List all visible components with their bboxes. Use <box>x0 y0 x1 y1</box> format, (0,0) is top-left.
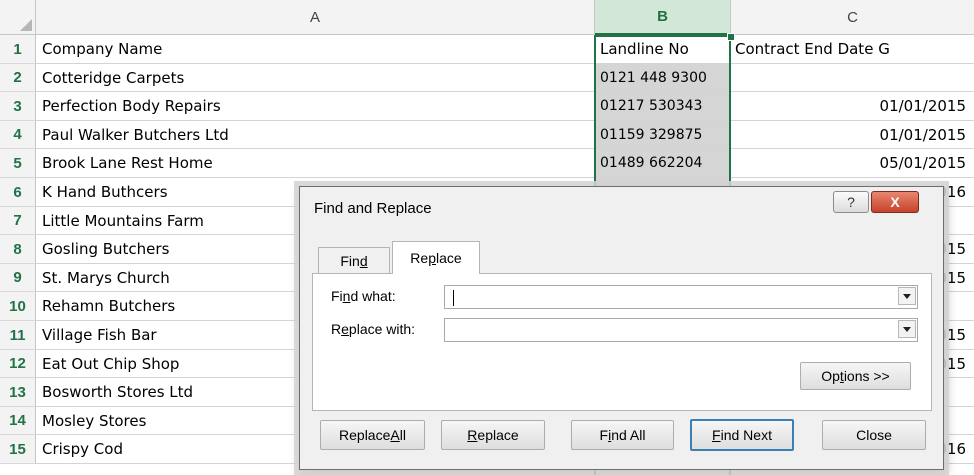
cell-a[interactable]: Company Name <box>36 35 595 64</box>
cell-b[interactable]: Landline No <box>595 35 731 64</box>
find-next-button[interactable]: Find Next <box>690 419 794 451</box>
cell-c[interactable]: 01/01/2015 <box>731 121 974 149</box>
cell-c[interactable] <box>731 64 974 92</box>
find-next-accesskey: F <box>712 427 721 443</box>
cell-a[interactable]: Paul Walker Butchers Ltd <box>36 121 595 149</box>
tab-replace-label-post: lace <box>436 250 462 266</box>
replace-with-accesskey: e <box>341 321 349 337</box>
replace-accesskey: R <box>467 427 478 443</box>
replace-all-button[interactable]: Replace All <box>320 420 425 450</box>
tab-find-label-pre: Fin <box>340 252 360 269</box>
row-header[interactable]: 15 <box>0 435 36 464</box>
text-caret <box>453 290 454 306</box>
replace-button[interactable]: Replace <box>441 420 545 450</box>
replace-with-label-post: place with: <box>348 321 416 337</box>
find-replace-dialog: Find and Replace ? X Fin d Re p lace Find w… <box>299 186 944 470</box>
find-all-label-post: nd All <box>611 427 646 443</box>
find-all-button[interactable]: Fi nd All <box>571 420 674 450</box>
cell-c[interactable]: 05/01/2015 <box>731 149 974 178</box>
row-header[interactable]: 4 <box>0 121 36 149</box>
replace-all-label-pre: Replace <box>339 427 391 443</box>
options-label-pre: Op <box>821 368 840 384</box>
close-label: Close <box>856 427 892 443</box>
select-all-corner[interactable] <box>0 0 36 35</box>
find-what-label-pre: Fi <box>331 288 343 304</box>
replace-all-label-post: ll <box>399 427 406 443</box>
row-header[interactable]: 2 <box>0 64 36 92</box>
row-header[interactable]: 7 <box>0 207 36 235</box>
cell-c[interactable]: Contract End Date G <box>731 35 974 64</box>
find-what-label: Find what: <box>331 288 396 304</box>
cell-a[interactable]: Brook Lane Rest Home <box>36 149 595 178</box>
options-label-post: ions >> <box>843 368 890 384</box>
row-header[interactable]: 8 <box>0 235 36 264</box>
tab-replace-accesskey: p <box>428 250 436 266</box>
cell-b[interactable]: 01489 662204 <box>595 149 731 178</box>
replace-with-dropdown-button[interactable] <box>898 320 916 338</box>
row-header[interactable]: 11 <box>0 321 36 350</box>
row-header[interactable]: 10 <box>0 292 36 321</box>
column-header-b[interactable]: B <box>595 0 731 35</box>
cell-b[interactable]: 01217 530343 <box>595 92 731 121</box>
options-button[interactable]: Op t ions >> <box>800 362 911 390</box>
find-all-label-pre: F <box>599 427 609 443</box>
chevron-down-icon <box>903 293 911 299</box>
row-header[interactable]: 1 <box>0 35 36 64</box>
replace-with-label-pre: R <box>331 321 342 337</box>
cell-a[interactable]: Perfection Body Repairs <box>36 92 595 121</box>
tab-find[interactable]: Fin d <box>318 247 390 273</box>
row-header[interactable]: 6 <box>0 178 36 207</box>
fill-handle[interactable] <box>727 33 735 41</box>
cell-c[interactable]: 01/01/2015 <box>731 92 974 121</box>
replace-with-input[interactable] <box>444 318 918 342</box>
find-what-label-post: d what: <box>350 288 396 304</box>
find-what-input[interactable] <box>444 285 918 309</box>
select-all-triangle-icon <box>20 19 32 31</box>
cell-b[interactable]: 01159 329875 <box>595 121 731 149</box>
cell-a[interactable]: Cotteridge Carpets <box>36 64 595 92</box>
help-button[interactable]: ? <box>833 191 869 213</box>
cell-b[interactable]: 0121 448 9300 <box>595 64 731 92</box>
tab-find-accesskey: d <box>359 252 368 269</box>
column-header-a[interactable]: A <box>36 0 595 35</box>
find-next-label-post: ind Next <box>720 427 772 443</box>
row-header[interactable]: 3 <box>0 92 36 121</box>
tab-replace[interactable]: Re p lace <box>392 241 480 274</box>
replace-tab-panel: Find what: Replace with: Op t ions >> <box>312 273 932 411</box>
replace-label-post: eplace <box>477 427 519 443</box>
row-header[interactable]: 13 <box>0 378 36 407</box>
row-header[interactable]: 12 <box>0 350 36 378</box>
tab-replace-label-pre: Re <box>410 250 429 266</box>
close-button[interactable]: Close <box>822 420 926 450</box>
row-header[interactable]: 5 <box>0 149 36 178</box>
replace-with-label: Replace with: <box>331 321 415 337</box>
chevron-down-icon <box>903 326 911 332</box>
find-what-dropdown-button[interactable] <box>898 287 916 305</box>
close-window-button[interactable]: X <box>871 191 919 213</box>
column-header-c[interactable]: C <box>731 0 974 35</box>
replace-all-accesskey: A <box>390 427 400 443</box>
row-header[interactable]: 14 <box>0 407 36 435</box>
row-header[interactable]: 9 <box>0 264 36 292</box>
dialog-title: Find and Replace <box>314 200 432 217</box>
